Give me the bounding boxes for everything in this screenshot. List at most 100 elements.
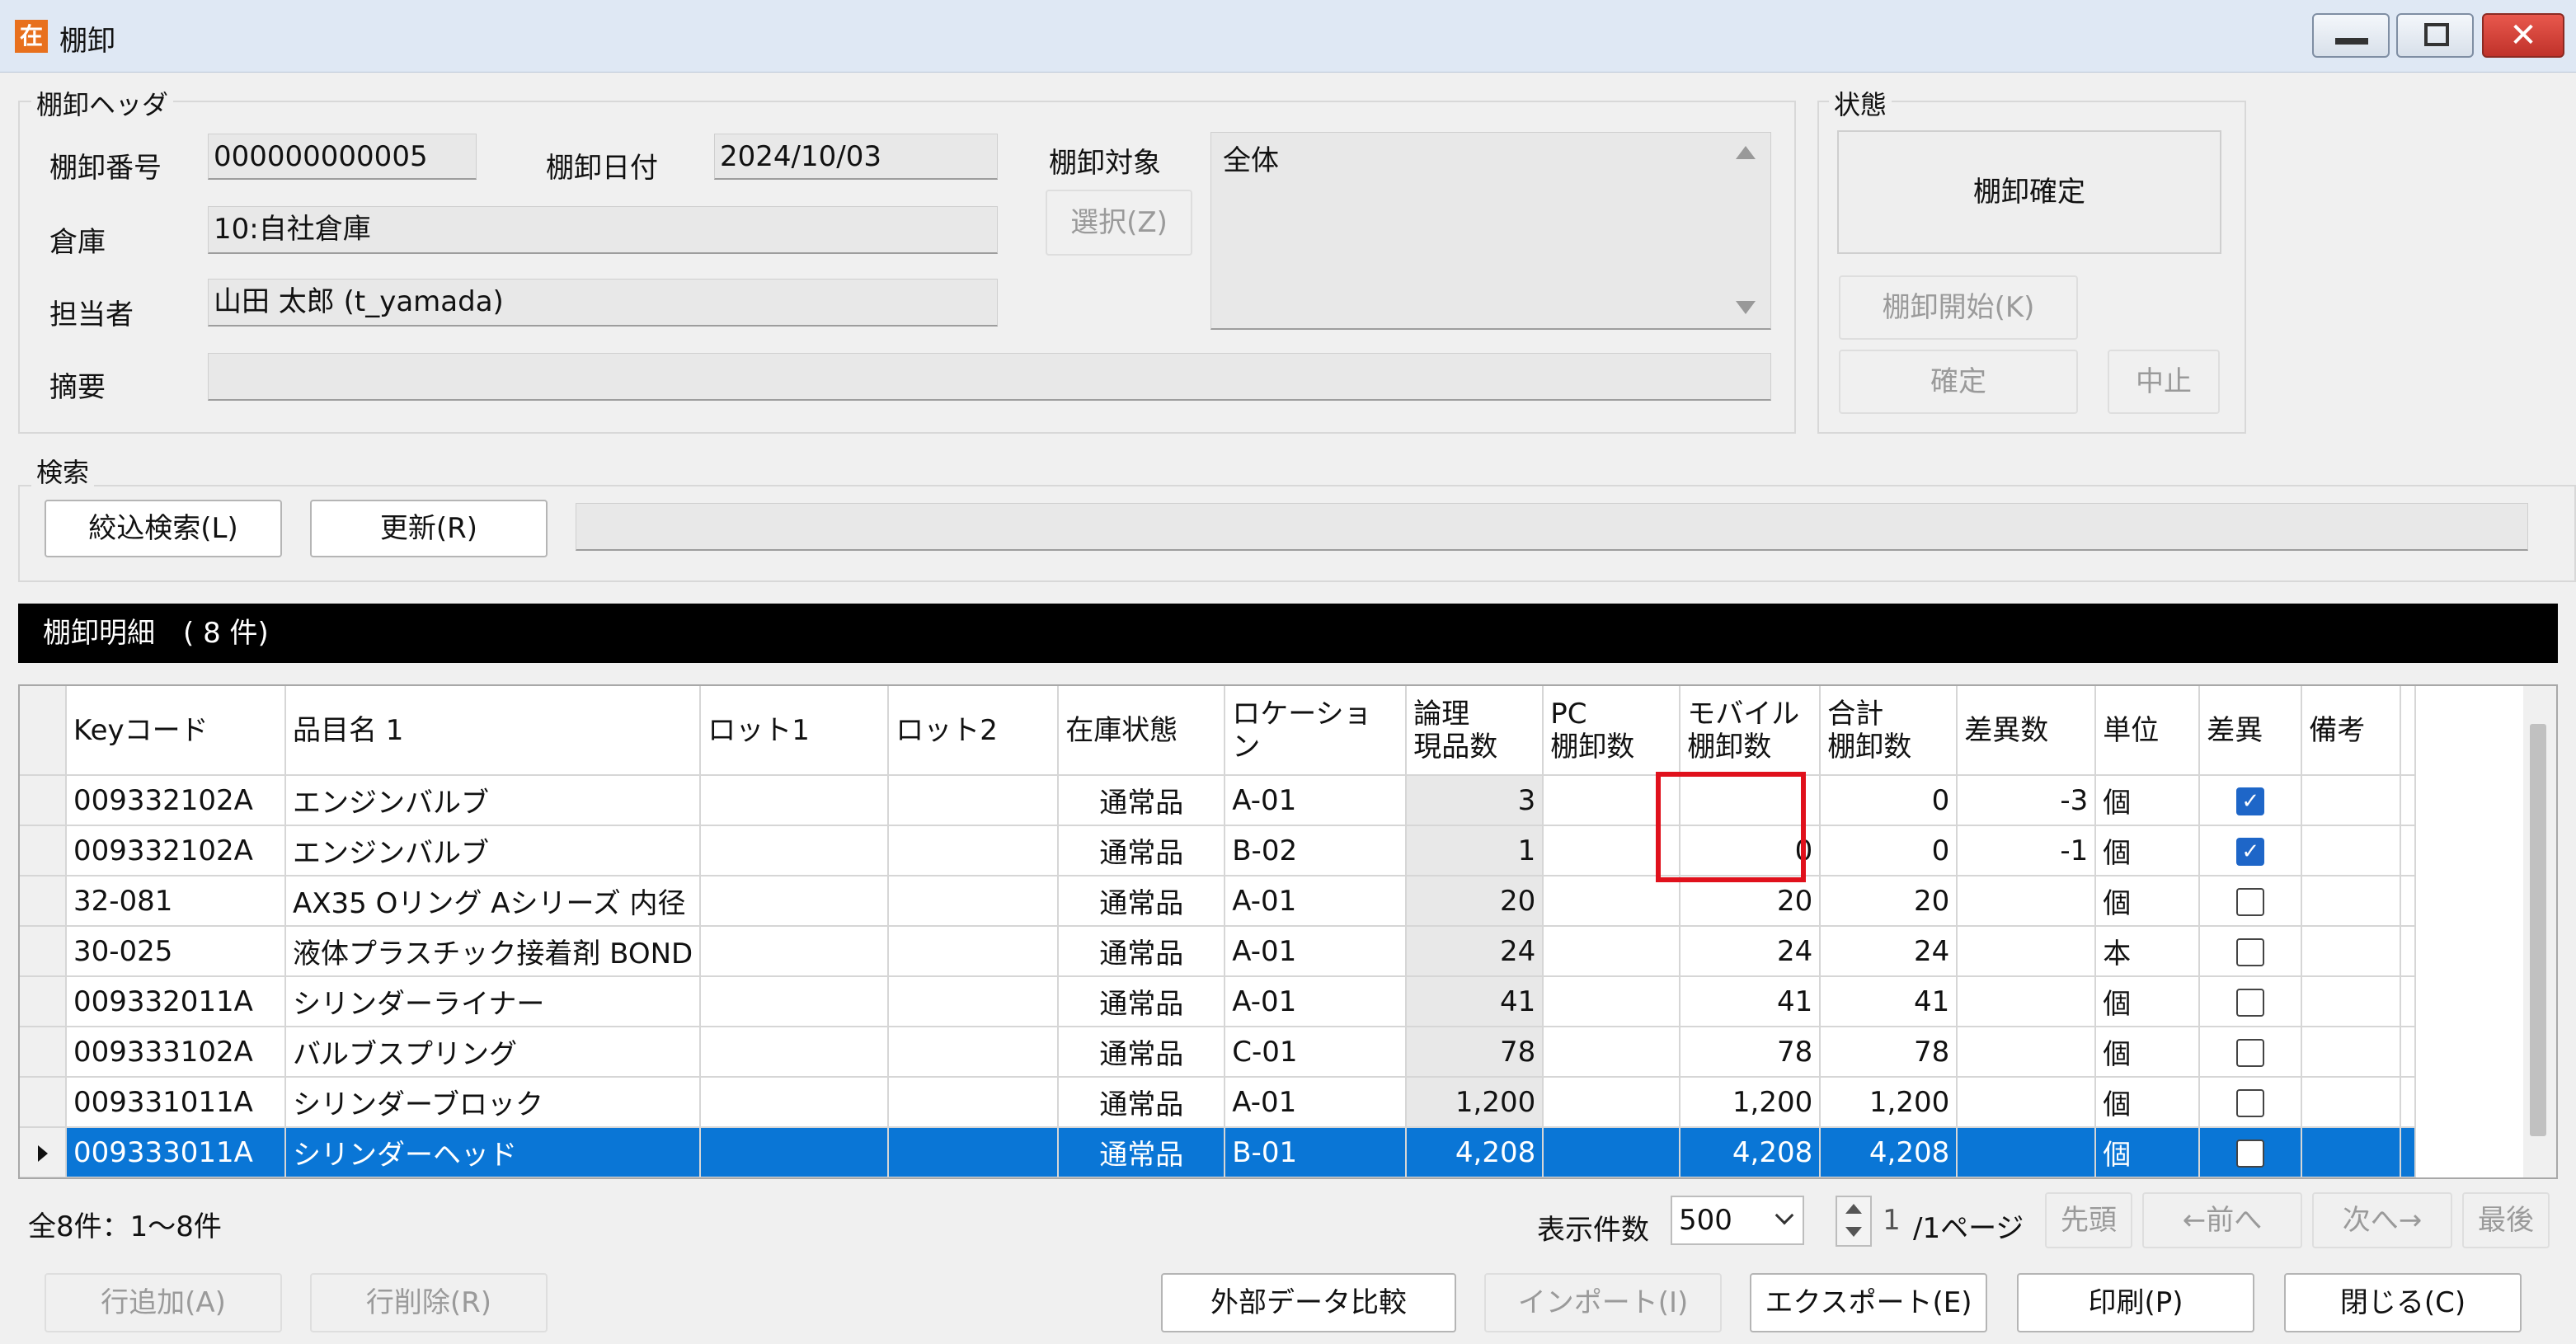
- cell-flag[interactable]: [2199, 976, 2303, 1027]
- cell-note[interactable]: [2301, 1027, 2402, 1078]
- cell-total[interactable]: 24: [1820, 926, 1958, 977]
- cell-unit[interactable]: 個: [2095, 1077, 2201, 1128]
- cell-diff[interactable]: [1957, 1127, 2097, 1177]
- cell-lot1[interactable]: [700, 1127, 890, 1177]
- cell-lot1[interactable]: [700, 775, 890, 826]
- cell-total[interactable]: 41: [1820, 976, 1958, 1027]
- checkbox-unchecked[interactable]: [2236, 989, 2265, 1017]
- column-header[interactable]: 品目名 1: [285, 686, 702, 776]
- cell-name[interactable]: AX35 Oリング Aシリーズ 内径: [285, 876, 702, 927]
- cell-lot2[interactable]: [888, 1077, 1060, 1128]
- cell-lot2[interactable]: [888, 976, 1060, 1027]
- cell-lot2[interactable]: [888, 775, 1060, 826]
- delete-row-button[interactable]: 行削除(R): [310, 1273, 548, 1332]
- cell-pc[interactable]: [1543, 976, 1681, 1027]
- column-header[interactable]: PC 棚卸数: [1543, 686, 1681, 776]
- cancel-button[interactable]: 中止: [2108, 350, 2220, 414]
- add-row-button[interactable]: 行追加(A): [45, 1273, 282, 1332]
- scroll-up-icon[interactable]: [1736, 146, 1756, 159]
- cell-loc[interactable]: A-01: [1225, 876, 1408, 927]
- target-listbox[interactable]: 全体: [1210, 132, 1771, 330]
- cell-name[interactable]: シリンダーブロック: [285, 1077, 702, 1128]
- checkbox-checked[interactable]: ✓: [2236, 787, 2265, 815]
- table-row[interactable]: 009331011A シリンダーブロック 通常品 A-01 1,200 1,200 1,20…: [20, 1077, 2417, 1128]
- cell-diff[interactable]: [1957, 1027, 2097, 1078]
- table-row[interactable]: 009332102A エンジンバルブ 通常品 A-01 3 0 -3 個 ✓: [20, 775, 2417, 826]
- cell-key[interactable]: 009333011A: [66, 1127, 286, 1177]
- select-target-button[interactable]: 選択(Z): [1046, 190, 1192, 256]
- prev-page-button[interactable]: ←前へ: [2142, 1192, 2302, 1248]
- cell-loc[interactable]: A-01: [1225, 976, 1408, 1027]
- cell-flag[interactable]: ✓: [2199, 825, 2303, 876]
- cell-key[interactable]: 009332102A: [66, 775, 286, 826]
- cell-loc[interactable]: A-01: [1225, 1077, 1408, 1128]
- cell-loc[interactable]: A-01: [1225, 926, 1408, 977]
- warehouse-field[interactable]: 10:自社倉庫: [208, 206, 998, 254]
- cell-diff[interactable]: [1957, 1077, 2097, 1128]
- confirm-button[interactable]: 確定: [1839, 350, 2078, 414]
- cell-mobile[interactable]: 78: [1680, 1027, 1822, 1078]
- row-header[interactable]: [20, 1077, 67, 1128]
- search-text-field[interactable]: [576, 503, 2528, 551]
- cell-flag[interactable]: [2199, 1027, 2303, 1078]
- cell-unit[interactable]: 個: [2095, 825, 2201, 876]
- cell-diff[interactable]: -1: [1957, 825, 2097, 876]
- close-button[interactable]: 閉じる(C): [2284, 1273, 2522, 1332]
- cell-unit[interactable]: 個: [2095, 1127, 2201, 1177]
- row-header[interactable]: [20, 1027, 67, 1078]
- cell-logical[interactable]: 41: [1406, 976, 1544, 1027]
- note-field[interactable]: [208, 353, 1771, 401]
- export-button[interactable]: エクスポート(E): [1750, 1273, 1987, 1332]
- cell-pc[interactable]: [1543, 1027, 1681, 1078]
- cell-key[interactable]: 009332102A: [66, 825, 286, 876]
- print-button[interactable]: 印刷(P): [2017, 1273, 2254, 1332]
- inventory-number-field[interactable]: 000000000005: [208, 134, 477, 180]
- cell-lot1[interactable]: [700, 926, 890, 977]
- cell-unit[interactable]: 個: [2095, 976, 2201, 1027]
- cell-key[interactable]: 009331011A: [66, 1077, 286, 1128]
- cell-state[interactable]: 通常品: [1058, 1077, 1226, 1128]
- page-number-field[interactable]: 1: [1875, 1196, 1908, 1247]
- cell-key[interactable]: 30-025: [66, 926, 286, 977]
- cell-lot2[interactable]: [888, 1027, 1060, 1078]
- column-header[interactable]: 備考: [2301, 686, 2402, 776]
- column-header[interactable]: 差異数: [1957, 686, 2097, 776]
- cell-diff[interactable]: -3: [1957, 775, 2097, 826]
- column-header[interactable]: モバイル 棚卸数: [1680, 686, 1822, 776]
- cell-note[interactable]: [2301, 1127, 2402, 1177]
- cell-lot1[interactable]: [700, 976, 890, 1027]
- checkbox-unchecked[interactable]: [2236, 1039, 2265, 1067]
- cell-total[interactable]: 4,208: [1820, 1127, 1958, 1177]
- table-row[interactable]: 009332011A シリンダーライナー 通常品 A-01 41 41 41 個: [20, 976, 2417, 1027]
- table-row[interactable]: 009333102A バルブスプリング 通常品 C-01 78 78 78 個: [20, 1027, 2417, 1078]
- maximize-button[interactable]: [2396, 13, 2474, 58]
- cell-state[interactable]: 通常品: [1058, 1127, 1226, 1177]
- cell-loc[interactable]: C-01: [1225, 1027, 1408, 1078]
- cell-loc[interactable]: A-01: [1225, 775, 1408, 826]
- cell-lot1[interactable]: [700, 825, 890, 876]
- cell-flag[interactable]: [2199, 1077, 2303, 1128]
- checkbox-unchecked[interactable]: [2236, 1089, 2265, 1117]
- cell-mobile[interactable]: 1,200: [1680, 1077, 1822, 1128]
- first-page-button[interactable]: 先頭: [2045, 1192, 2132, 1248]
- cell-mobile[interactable]: 24: [1680, 926, 1822, 977]
- cell-diff[interactable]: [1957, 976, 2097, 1027]
- cell-logical[interactable]: 20: [1406, 876, 1544, 927]
- filter-search-button[interactable]: 絞込検索(L): [45, 500, 282, 557]
- cell-note[interactable]: [2301, 825, 2402, 876]
- cell-mobile[interactable]: 4,208: [1680, 1127, 1822, 1177]
- cell-name[interactable]: シリンダーヘッド: [285, 1127, 702, 1177]
- page-size-select[interactable]: 500: [1671, 1196, 1804, 1245]
- refresh-button[interactable]: 更新(R): [310, 500, 548, 557]
- cell-state[interactable]: 通常品: [1058, 775, 1226, 826]
- cell-total[interactable]: 78: [1820, 1027, 1958, 1078]
- cell-key[interactable]: 009333102A: [66, 1027, 286, 1078]
- cell-logical[interactable]: 24: [1406, 926, 1544, 977]
- cell-logical[interactable]: 1,200: [1406, 1077, 1544, 1128]
- column-header[interactable]: 単位: [2095, 686, 2201, 776]
- external-data-compare-button[interactable]: 外部データ比較: [1161, 1273, 1456, 1332]
- cell-total[interactable]: 20: [1820, 876, 1958, 927]
- inventory-date-field[interactable]: 2024/10/03: [714, 134, 998, 180]
- table-row[interactable]: 30-025 液体プラスチック接着剤 BOND 通常品 A-01 24 24 24 本: [20, 926, 2417, 977]
- column-header[interactable]: 在庫状態: [1058, 686, 1226, 776]
